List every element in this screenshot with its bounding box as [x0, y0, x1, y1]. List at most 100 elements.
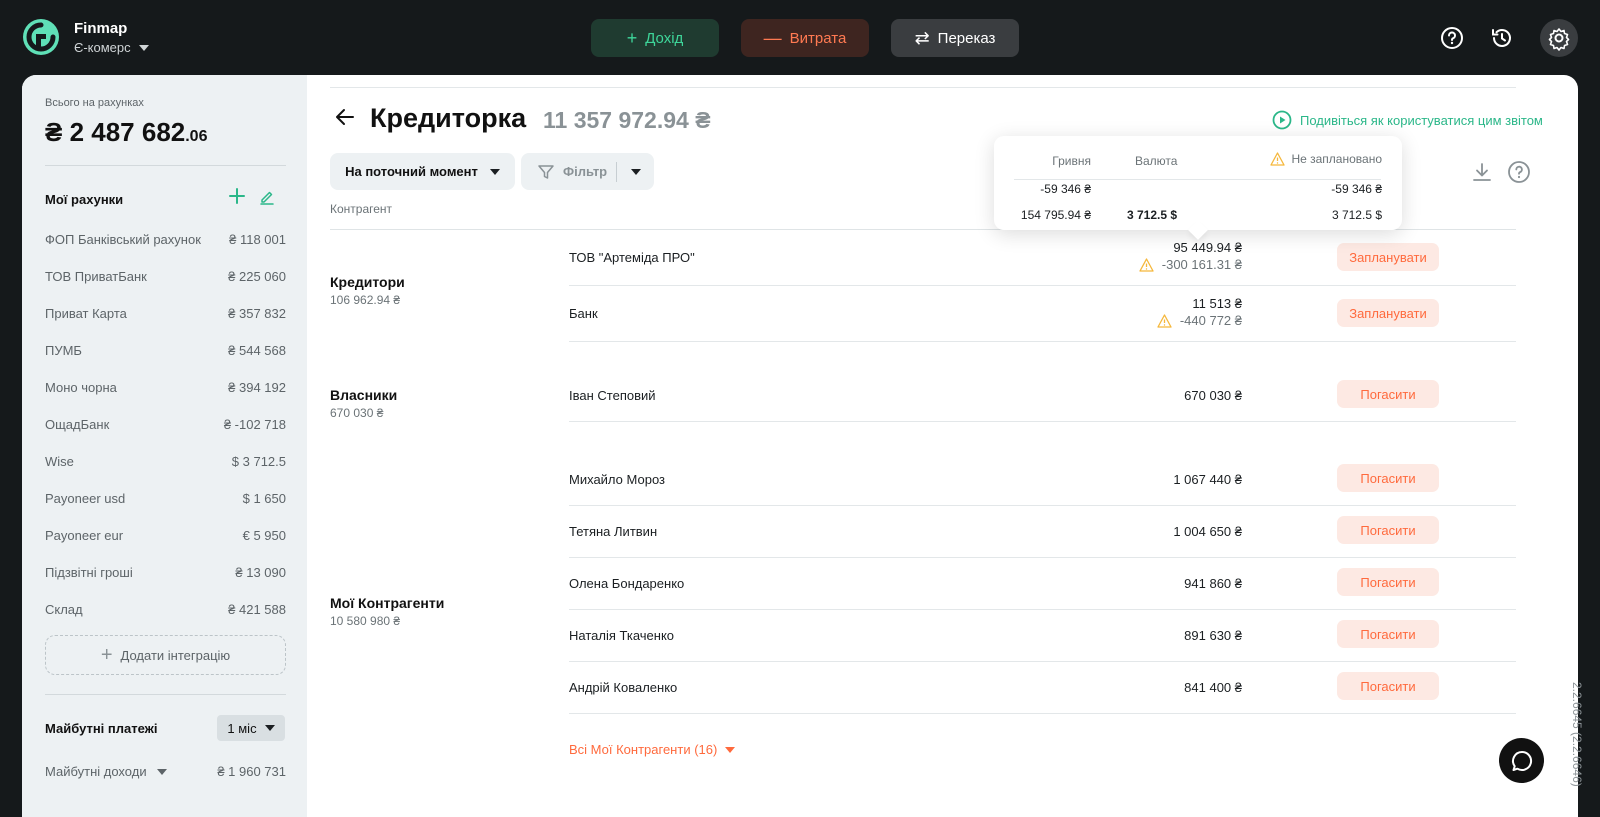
account-row[interactable]: Приват Карта ₴ 357 832 [45, 306, 286, 326]
filter-button[interactable]: Фільтр [521, 153, 654, 190]
add-account-icon[interactable] [229, 188, 245, 204]
transfer-label: Переказ [937, 29, 996, 47]
account-name: Wise [45, 454, 74, 469]
total-balance-label: Всього на рахунках [45, 97, 144, 109]
table-row[interactable]: Тетяна Литвин 1 004 650 ₴ Погасити [569, 506, 1516, 558]
help-icon[interactable] [1507, 160, 1531, 184]
minus-icon: — [763, 28, 782, 48]
warning-icon [1270, 152, 1286, 166]
account-balance: $ 1 650 [242, 491, 286, 506]
help-icon[interactable] [1439, 25, 1465, 51]
schedule-button[interactable]: Запланувати [1337, 243, 1439, 271]
future-income-label: Майбутні доходи [45, 764, 147, 779]
account-row[interactable]: ОщадБанк ₴ -102 718 [45, 417, 286, 437]
filter-icon [538, 164, 554, 179]
account-balance: ₴ 421 588 [228, 602, 286, 617]
chevron-down-icon [156, 768, 167, 775]
schedule-button[interactable]: Запланувати [1337, 299, 1439, 327]
table-row[interactable]: Михайло Мороз 1 067 440 ₴ Погасити [569, 454, 1516, 506]
account-row[interactable]: Моно чорна ₴ 394 192 [45, 380, 286, 400]
download-icon[interactable] [1471, 161, 1493, 183]
warning-icon [1157, 313, 1172, 328]
row-amount: 670 030 ₴ [1184, 388, 1242, 403]
history-icon[interactable] [1489, 25, 1515, 51]
edit-accounts-icon[interactable] [259, 189, 275, 205]
repay-button[interactable]: Погасити [1337, 672, 1439, 700]
chat-support-button[interactable] [1499, 738, 1544, 783]
row-amount: 841 400 ₴ [1184, 680, 1242, 695]
add-expense-button[interactable]: — Витрата [741, 19, 869, 57]
account-row[interactable]: ТОВ ПриватБанк ₴ 225 060 [45, 269, 286, 289]
unplanned-amount: -300 161.31 ₴ [1139, 257, 1242, 272]
account-row[interactable]: ПУМБ ₴ 544 568 [45, 343, 286, 363]
account-row[interactable]: Payoneer eur € 5 950 [45, 528, 286, 548]
tooltip-cell: 3 712.5 $ [1127, 208, 1178, 222]
row-amount: 1 004 650 ₴ [1173, 524, 1242, 539]
future-period-value: 1 міс [227, 720, 257, 736]
chevron-down-icon[interactable] [630, 168, 641, 175]
divider [330, 87, 1516, 88]
account-name: ПУМБ [45, 343, 82, 358]
account-row[interactable]: Склад ₴ 421 588 [45, 602, 286, 622]
account-row[interactable]: Payoneer usd $ 1 650 [45, 491, 286, 511]
table-row[interactable]: ТОВ "Артеміда ПРО" 95 449.94 ₴ -300 161.… [569, 230, 1516, 286]
transfer-arrows-icon: ⇄ [914, 28, 930, 48]
chevron-down-icon [489, 168, 500, 175]
group-title: Мої Контрагенти [330, 595, 445, 611]
group-total: 10 580 980 ₴ [330, 614, 401, 628]
gear-icon[interactable] [1546, 25, 1572, 51]
group-title: Кредитори [330, 274, 405, 290]
repay-button[interactable]: Погасити [1337, 516, 1439, 544]
add-transfer-button[interactable]: ⇄ Переказ [891, 19, 1019, 57]
table-row[interactable]: Банк 11 513 ₴ -440 772 ₴ Запланувати [569, 286, 1516, 342]
period-select[interactable]: На поточний момент [330, 153, 515, 190]
account-balance: ₴ 394 192 [228, 380, 286, 395]
account-name: Payoneer eur [45, 528, 124, 543]
repay-button[interactable]: Погасити [1337, 380, 1439, 408]
repay-button[interactable]: Погасити [1337, 464, 1439, 492]
counterparty-name: Олена Бондаренко [569, 576, 685, 591]
finmap-logo-icon[interactable] [22, 18, 60, 56]
account-row[interactable]: Wise $ 3 712.5 [45, 454, 286, 474]
add-integration-button[interactable]: + Додати інтеграцію [45, 635, 286, 675]
column-header-counterparty: Контрагент [330, 202, 393, 216]
future-income-row[interactable]: Майбутні доходи ₴ 1 960 731 [45, 764, 286, 779]
account-row[interactable]: ФОП Банківський рахунок ₴ 118 001 [45, 232, 286, 252]
warning-icon [1139, 257, 1154, 272]
table-row[interactable]: Іван Степовий 670 030 ₴ Погасити [569, 370, 1516, 422]
unplanned-value: -440 772 ₴ [1179, 313, 1242, 328]
divider [1014, 179, 1381, 180]
brand-name: Finmap [74, 20, 128, 37]
app-version-text: 2.2.6645 (2.2.6646) [1570, 682, 1584, 787]
show-all-counterparties-link[interactable]: Всі Мої Контрагенти (16) [569, 742, 736, 757]
table-row[interactable]: Олена Бондаренко 941 860 ₴ Погасити [569, 558, 1516, 610]
row-amount: 1 067 440 ₴ [1173, 472, 1242, 487]
account-name: Моно чорна [45, 380, 117, 395]
account-balance: ₴ 13 090 [235, 565, 286, 580]
back-arrow-icon[interactable] [334, 106, 356, 128]
add-integration-label: Додати інтеграцію [120, 647, 231, 663]
counterparty-name: Тетяна Литвин [569, 524, 658, 539]
chat-bubble-icon [1511, 750, 1532, 771]
account-balance: € 5 950 [242, 528, 286, 543]
amount-breakdown-tooltip: Гривня Валюта Не заплановано -59 346 ₴ -… [994, 136, 1402, 230]
table-row[interactable]: Андрій Коваленко 841 400 ₴ Погасити [569, 662, 1516, 714]
account-balance: ₴ -102 718 [223, 417, 286, 432]
plus-icon: + [100, 644, 113, 666]
howto-link[interactable]: Подивіться як користуватися цим звітом [1272, 110, 1543, 130]
counterparty-name: Банк [569, 306, 598, 321]
repay-button[interactable]: Погасити [1337, 568, 1439, 596]
future-period-select[interactable]: 1 міс [217, 715, 285, 741]
future-income-value: ₴ 1 960 731 [217, 764, 286, 779]
account-balance: ₴ 357 832 [228, 306, 286, 321]
account-row[interactable]: Підзвітні гроші ₴ 13 090 [45, 565, 286, 585]
period-value: На поточний момент [345, 164, 478, 179]
show-all-label: Всі Мої Контрагенти (16) [569, 742, 718, 757]
sidebar: Всього на рахунках ₴ 2 487 682.06 Мої ра… [22, 75, 307, 817]
divider [45, 694, 286, 695]
company-selector[interactable]: Є-комерс [74, 40, 149, 55]
table-row[interactable]: Наталія Ткаченко 891 630 ₴ Погасити [569, 610, 1516, 662]
add-income-button[interactable]: + Дохід [591, 19, 719, 57]
repay-button[interactable]: Погасити [1337, 620, 1439, 648]
income-label: Дохід [645, 29, 684, 47]
